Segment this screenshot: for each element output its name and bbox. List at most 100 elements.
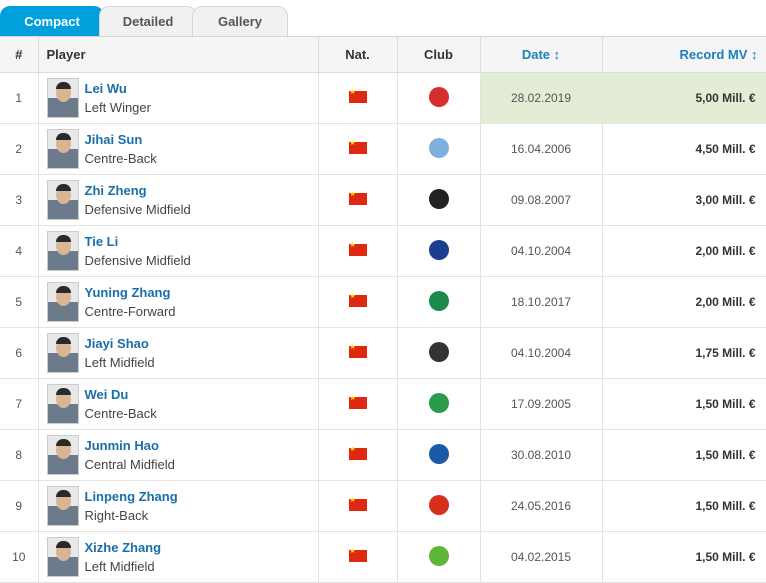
market-value-cell: 1,50 Mill. €	[602, 378, 766, 430]
player-name-link[interactable]: Linpeng Zhang	[85, 487, 178, 506]
col-mv-sort[interactable]: Record MV ↕	[602, 37, 766, 73]
table-row: 8 Junmin Hao Central Midfield 30.08.20101,5…	[0, 429, 766, 481]
tab-detailed[interactable]: Detailed	[99, 6, 197, 36]
date-cell: 30.08.2010	[480, 429, 603, 481]
charlton-crest-icon[interactable]	[428, 188, 449, 209]
market-value-cell: 4,50 Mill. €	[602, 123, 766, 175]
player-position: Central Midfield	[84, 457, 175, 472]
club-cell	[397, 225, 481, 277]
player-photo[interactable]	[46, 78, 79, 118]
player-name-link[interactable]: Xizhe Zhang	[85, 538, 162, 557]
nationality-cell	[318, 378, 398, 430]
club-cell	[397, 378, 481, 430]
table-row: 2 Jihai Sun Centre-Back 16.04.20064,50 Mill…	[0, 123, 766, 175]
date-cell: 18.10.2017	[480, 276, 603, 328]
everton-crest-icon[interactable]	[428, 239, 449, 260]
date-cell: 16.04.2006	[480, 123, 603, 175]
col-num: #	[0, 37, 39, 73]
player-cell: Jiayi Shao Left Midfield	[38, 327, 319, 379]
row-number: 3	[0, 174, 39, 226]
player-photo[interactable]	[46, 282, 79, 322]
row-number: 5	[0, 276, 39, 328]
player-photo[interactable]	[46, 129, 79, 169]
player-name-link[interactable]: Jihai Sun	[85, 130, 157, 149]
player-cell: Tie Li Defensive Midfield	[38, 225, 319, 277]
nationality-cell	[318, 327, 398, 379]
player-photo[interactable]	[46, 537, 79, 577]
date-cell: 04.02.2015	[480, 531, 603, 583]
nationality-cell	[318, 123, 398, 175]
market-value-cell: 1,50 Mill. €	[602, 531, 766, 583]
player-cell: Linpeng Zhang Right-Back	[38, 480, 319, 532]
player-photo[interactable]	[46, 231, 79, 271]
player-cell: Lei Wu Left Winger	[38, 72, 319, 124]
player-name-link[interactable]: Lei Wu	[85, 79, 151, 98]
werder-crest-icon[interactable]	[428, 290, 449, 311]
table-row: 4 Tie Li Defensive Midfield 04.10.20042,00 …	[0, 225, 766, 277]
table-row: 6 Jiayi Shao Left Midfield 04.10.20041,75 M…	[0, 327, 766, 379]
wolfsburg-crest-icon[interactable]	[428, 545, 449, 566]
guangzhou-crest-icon[interactable]	[428, 494, 449, 515]
china-flag-icon[interactable]	[348, 547, 367, 562]
col-date-sort[interactable]: Date ↕	[480, 37, 603, 73]
tab-gallery[interactable]: Gallery	[192, 6, 288, 36]
player-photo[interactable]	[46, 180, 79, 220]
player-cell: Zhi Zheng Defensive Midfield	[38, 174, 319, 226]
date-cell: 28.02.2019	[480, 72, 603, 124]
player-photo[interactable]	[46, 384, 79, 424]
china-flag-icon[interactable]	[348, 496, 367, 511]
player-name-link[interactable]: Zhi Zheng	[85, 181, 191, 200]
player-name-link[interactable]: Tie Li	[85, 232, 191, 251]
man-city-crest-icon[interactable]	[428, 137, 449, 158]
player-position: Left Winger	[84, 100, 151, 115]
1860-munich-crest-icon[interactable]	[428, 341, 449, 362]
date-cell: 24.05.2016	[480, 480, 603, 532]
col-club: Club	[397, 37, 481, 73]
china-flag-icon[interactable]	[348, 190, 367, 205]
player-name-link[interactable]: Wei Du	[85, 385, 157, 404]
player-photo[interactable]	[46, 333, 79, 373]
club-cell	[397, 480, 481, 532]
row-number: 2	[0, 123, 39, 175]
china-flag-icon[interactable]	[348, 241, 367, 256]
row-number: 7	[0, 378, 39, 430]
nationality-cell	[318, 225, 398, 277]
player-cell: Jihai Sun Centre-Back	[38, 123, 319, 175]
tab-bar: Compact Detailed Gallery	[0, 0, 766, 36]
market-value-cell: 2,00 Mill. €	[602, 225, 766, 277]
china-flag-icon[interactable]	[348, 394, 367, 409]
club-cell	[397, 327, 481, 379]
market-value-cell: 3,00 Mill. €	[602, 174, 766, 226]
table-header: # Player Nat. Club Date ↕ Record MV ↕	[0, 37, 766, 73]
club-cell	[397, 123, 481, 175]
china-flag-icon[interactable]	[348, 292, 367, 307]
player-cell: Junmin Hao Central Midfield	[38, 429, 319, 481]
nationality-cell	[318, 429, 398, 481]
china-flag-icon[interactable]	[348, 88, 367, 103]
table-row: 7 Wei Du Centre-Back 17.09.20051,50 Mill. €	[0, 378, 766, 430]
market-value-cell: 2,00 Mill. €	[602, 276, 766, 328]
schalke-crest-icon[interactable]	[428, 443, 449, 464]
celtic-crest-icon[interactable]	[428, 392, 449, 413]
china-flag-icon[interactable]	[348, 139, 367, 154]
player-photo[interactable]	[46, 435, 79, 475]
china-flag-icon[interactable]	[348, 445, 367, 460]
player-name-link[interactable]: Junmin Hao	[85, 436, 175, 455]
china-flag-icon[interactable]	[348, 343, 367, 358]
row-number: 10	[0, 531, 39, 583]
player-name-link[interactable]: Yuning Zhang	[85, 283, 176, 302]
nationality-cell	[318, 531, 398, 583]
market-value-cell: 1,75 Mill. €	[602, 327, 766, 379]
tab-compact[interactable]: Compact	[0, 6, 104, 36]
player-position: Defensive Midfield	[84, 253, 191, 268]
player-cell: Xizhe Zhang Left Midfield	[38, 531, 319, 583]
club-cell	[397, 531, 481, 583]
espanyol-crest-icon[interactable]	[428, 86, 449, 107]
player-position: Right-Back	[84, 508, 149, 523]
table-row: 3 Zhi Zheng Defensive Midfield 09.08.20073,…	[0, 174, 766, 226]
player-position: Defensive Midfield	[84, 202, 191, 217]
table-row: 9 Linpeng Zhang Right-Back 24.05.20161,50 M…	[0, 480, 766, 532]
club-cell	[397, 174, 481, 226]
player-name-link[interactable]: Jiayi Shao	[85, 334, 155, 353]
player-photo[interactable]	[46, 486, 79, 526]
